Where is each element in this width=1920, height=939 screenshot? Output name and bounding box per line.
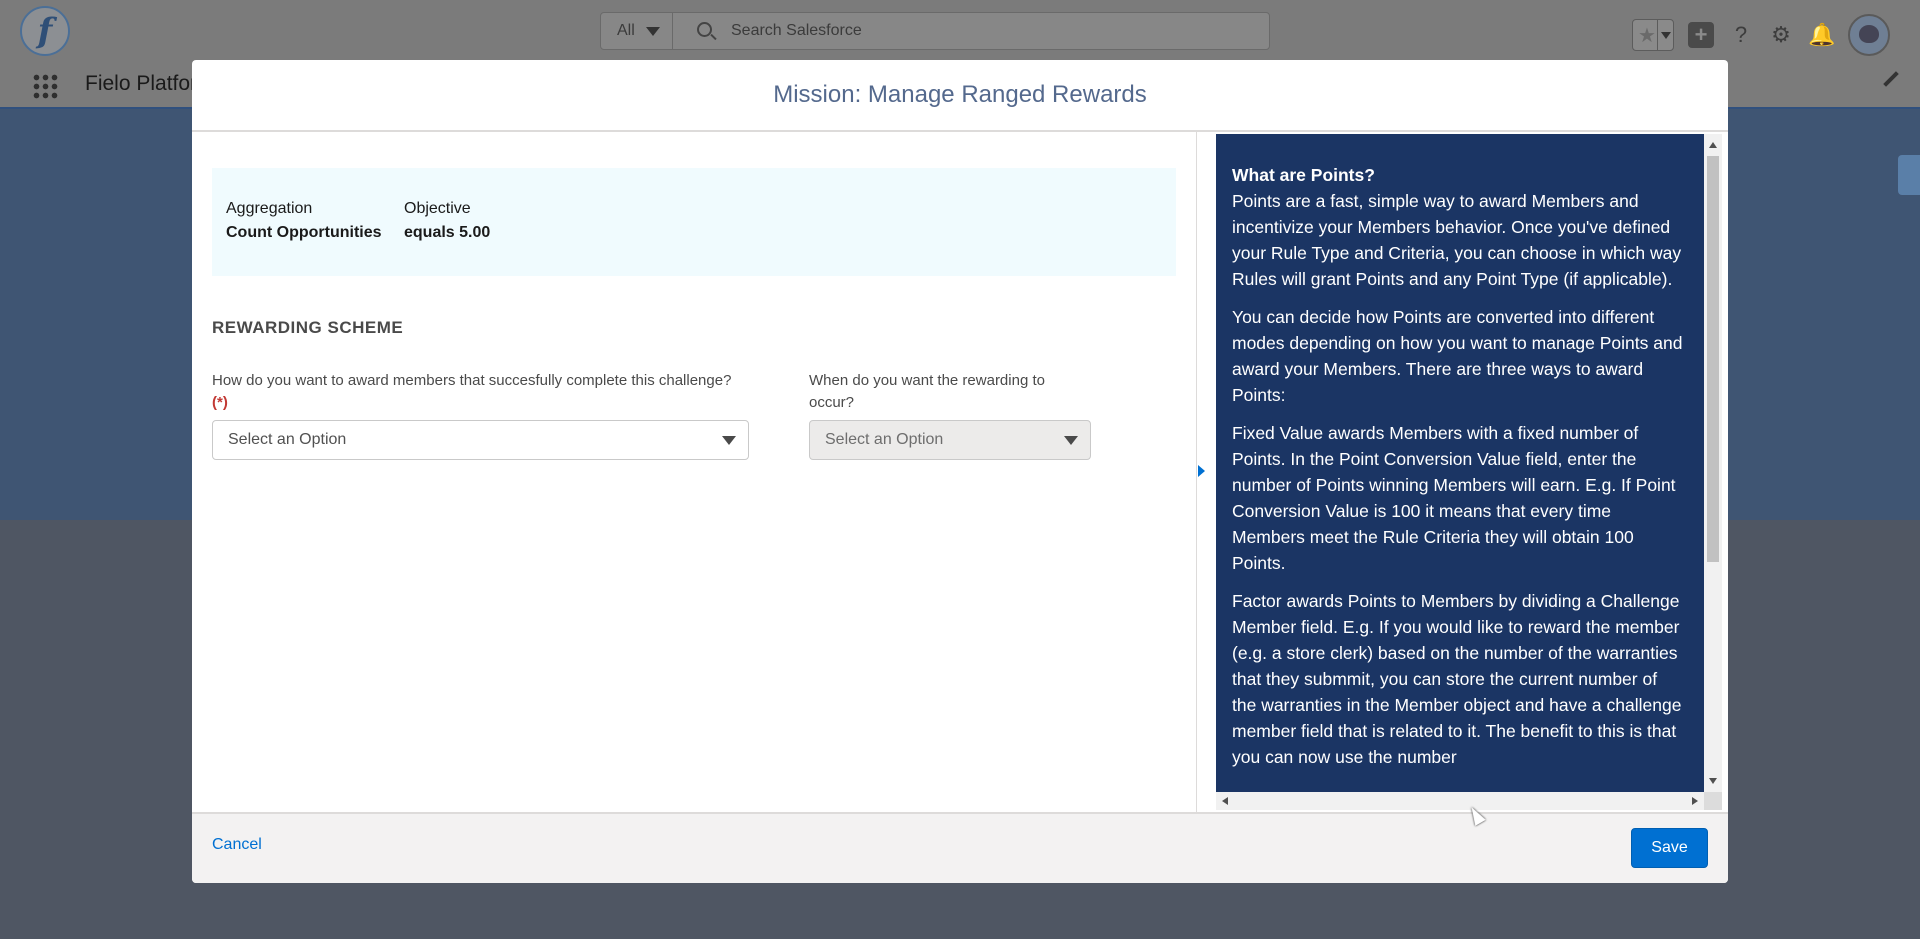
scroll-right-arrow-icon[interactable] <box>1692 797 1698 805</box>
favorites-dropdown-icon[interactable] <box>1657 20 1673 50</box>
help-paragraph: You can decide how Points are converted … <box>1232 307 1683 405</box>
award-type-label: How do you want to award members that su… <box>212 370 749 414</box>
award-type-field: How do you want to award members that su… <box>212 370 749 460</box>
chevron-down-icon <box>646 27 660 36</box>
star-icon: ★ <box>1638 25 1656 47</box>
search-scope-label: All <box>617 22 635 39</box>
global-actions-plus-icon[interactable]: + <box>1688 22 1714 48</box>
modal-title: Mission: Manage Ranged Rewards <box>773 81 1147 108</box>
app-logo: f <box>20 6 70 56</box>
global-search: All <box>600 12 1270 50</box>
search-input[interactable] <box>731 13 1251 49</box>
favorites-button[interactable]: ★ <box>1632 19 1674 51</box>
scrollbar-corner <box>1704 792 1722 810</box>
reward-timing-select-value: Select an Option <box>825 431 944 448</box>
app-launcher-icon[interactable] <box>32 73 58 99</box>
scroll-up-arrow-icon[interactable] <box>1709 142 1717 148</box>
scrollbar-thumb[interactable] <box>1707 156 1719 562</box>
objective-label: Objective <box>404 200 471 217</box>
scroll-left-arrow-icon[interactable] <box>1222 797 1228 805</box>
aggregation-value: Count Opportunities <box>226 224 382 241</box>
help-heading: What are Points? <box>1232 165 1375 185</box>
award-type-select[interactable]: Select an Option <box>212 420 749 460</box>
aggregation-summary: Aggregation Count Opportunities <box>226 200 382 242</box>
modal-body: Aggregation Count Opportunities Objectiv… <box>192 132 1728 812</box>
header-actions: ★ + ? ⚙ 🔔 <box>1632 14 1890 56</box>
scroll-down-arrow-icon[interactable] <box>1709 778 1717 784</box>
bell-icon[interactable]: 🔔 <box>1808 22 1835 48</box>
modal-header: Mission: Manage Ranged Rewards <box>192 60 1728 132</box>
rewarding-form: Aggregation Count Opportunities Objectiv… <box>212 168 1176 798</box>
award-type-select-value: Select an Option <box>228 431 347 448</box>
help-paragraph: Points are a fast, simple way to award M… <box>1232 191 1682 289</box>
award-type-label-text: How do you want to award members that su… <box>212 372 732 389</box>
edit-nav-pencil-icon[interactable] <box>1883 71 1899 87</box>
modal-dialog: Mission: Manage Ranged Rewards Aggregati… <box>192 60 1728 883</box>
search-scope-dropdown[interactable]: All <box>601 13 673 49</box>
reward-timing-label: When do you want the rewarding to occur? <box>809 372 1045 411</box>
required-marker: (*) <box>212 394 228 411</box>
aggregation-label: Aggregation <box>226 200 313 217</box>
avatar[interactable] <box>1848 14 1890 56</box>
section-title: REWARDING SCHEME <box>212 318 404 337</box>
help-vertical-scrollbar[interactable] <box>1704 134 1722 792</box>
chevron-down-icon <box>722 436 736 445</box>
side-panel-tab[interactable] <box>1898 155 1920 195</box>
challenge-summary: Aggregation Count Opportunities Objectiv… <box>212 168 1176 276</box>
reward-timing-select[interactable]: Select an Option <box>809 420 1091 460</box>
global-header: f All ★ + ? ⚙ 🔔 <box>0 0 1920 63</box>
gear-icon[interactable]: ⚙ <box>1768 22 1794 48</box>
help-icon[interactable]: ? <box>1728 22 1754 48</box>
pane-divider <box>1196 132 1197 812</box>
help-horizontal-scrollbar[interactable] <box>1216 792 1704 810</box>
modal-footer: Cancel Save <box>192 812 1728 883</box>
objective-summary: Objective equals 5.00 <box>404 200 490 242</box>
help-paragraph: Fixed Value awards Members with a fixed … <box>1232 423 1676 573</box>
objective-value: equals 5.00 <box>404 224 491 241</box>
chevron-down-icon <box>1064 436 1078 445</box>
help-panel: What are Points? Points are a fast, simp… <box>1216 134 1704 792</box>
help-paragraph: Factor awards Points to Members by divid… <box>1232 591 1682 767</box>
help-content: What are Points? Points are a fast, simp… <box>1216 134 1704 770</box>
save-button[interactable]: Save <box>1631 828 1708 868</box>
expand-arrow-icon[interactable] <box>1198 465 1205 477</box>
cancel-button[interactable]: Cancel <box>212 836 262 854</box>
reward-timing-field: When do you want the rewarding to occur?… <box>809 370 1091 460</box>
search-icon <box>697 22 712 37</box>
